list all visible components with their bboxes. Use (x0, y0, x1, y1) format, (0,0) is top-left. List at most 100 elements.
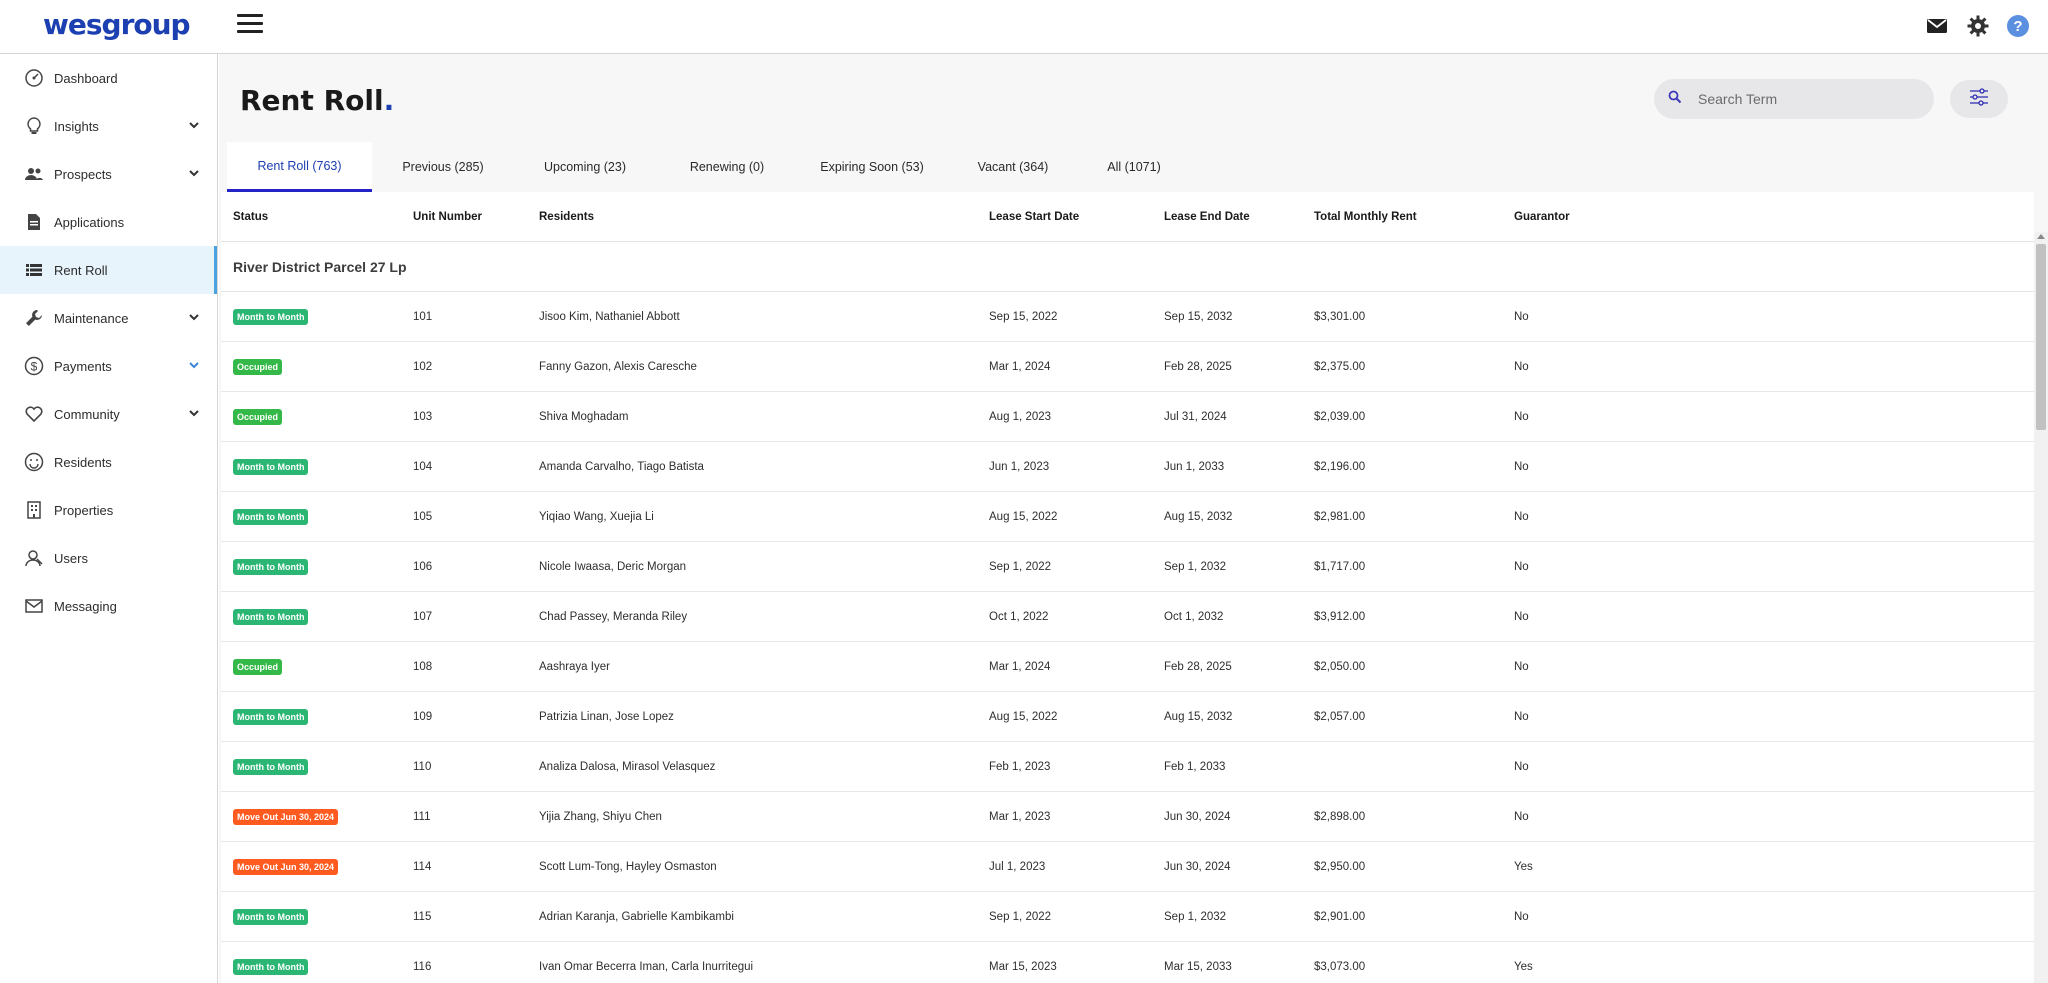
tab-upcoming[interactable]: Upcoming (23) (514, 142, 656, 192)
tab-vacant[interactable]: Vacant (364) (946, 142, 1080, 192)
tab-expiring-soon[interactable]: Expiring Soon (53) (798, 142, 946, 192)
search-bar[interactable] (1654, 79, 1934, 119)
sidebar-item-properties[interactable]: Properties (0, 486, 217, 534)
vertical-scrollbar[interactable] (2034, 232, 2048, 983)
tab-renewing[interactable]: Renewing (0) (656, 142, 798, 192)
residents-cell: Ivan Omar Becerra Iman, Carla Inurritegu… (539, 960, 754, 973)
monthly-rent-cell: $2,950.00 (1314, 860, 1366, 873)
guarantor-cell: No (1514, 460, 1529, 473)
table-row[interactable]: Occupied 103 Shiva Moghadam Aug 1, 2023 Jul … (221, 392, 2034, 442)
monthly-rent-cell: $2,375.00 (1314, 360, 1366, 373)
table-row[interactable]: Month to Month 106 Nicole Iwaasa, Deric Mo… (221, 542, 2034, 592)
table-row[interactable]: Move Out Jun 30, 2024 114 Scott Lum-Tong, … (221, 842, 2034, 892)
lease-end-cell: Sep 15, 2032 (1164, 310, 1233, 323)
heart-icon (24, 404, 44, 424)
table-row[interactable]: Month to Month 107 Chad Passey, Meranda Ri… (221, 592, 2034, 642)
column-header-start[interactable]: Lease Start Date (989, 211, 1164, 223)
search-icon (1668, 90, 1682, 109)
sidebar-item-community[interactable]: Community (0, 390, 217, 438)
dashboard-icon (24, 68, 44, 88)
column-header-rent[interactable]: Total Monthly Rent (1314, 211, 1514, 223)
status-badge: Occupied (233, 358, 283, 375)
help-icon[interactable]: ? (2006, 14, 2032, 40)
unit-number-cell: 107 (413, 610, 433, 623)
table-row[interactable]: Month to Month 105 Yiqiao Wang, Xuejia Li A… (221, 492, 2034, 542)
guarantor-cell: No (1514, 910, 1529, 923)
lease-end-cell: Jun 30, 2024 (1164, 810, 1231, 823)
residents-cell: Amanda Carvalho, Tiago Batista (539, 460, 704, 473)
sidebar-item-rent-roll[interactable]: Rent Roll (0, 246, 217, 294)
column-header-status[interactable]: Status (221, 211, 413, 223)
lease-start-cell: Mar 1, 2023 (989, 810, 1051, 823)
column-header-residents[interactable]: Residents (539, 211, 989, 223)
main-content: Rent Roll. Rent Roll (763) Previous (285… (219, 54, 2048, 983)
table-row[interactable]: Move Out Jun 30, 2024 111 Yijia Zhang, Shi… (221, 792, 2034, 842)
people-icon (24, 164, 44, 184)
table-row[interactable]: Month to Month 116 Ivan Omar Becerra Iman,… (221, 942, 2034, 983)
mail-icon[interactable] (1925, 14, 1951, 40)
lease-start-cell: Mar 1, 2024 (989, 360, 1051, 373)
residents-cell: Scott Lum-Tong, Hayley Osmaston (539, 860, 717, 873)
menu-icon[interactable] (237, 14, 263, 34)
lease-start-cell: Sep 15, 2022 (989, 310, 1058, 323)
sidebar-item-label: Community (54, 406, 120, 422)
sidebar-item-applications[interactable]: Applications (0, 198, 217, 246)
chevron-down-icon[interactable] (187, 166, 201, 180)
scrollbar-thumb[interactable] (2036, 244, 2046, 430)
table-row[interactable]: Month to Month 110 Analiza Dalosa, Mirasol… (221, 742, 2034, 792)
guarantor-cell: No (1514, 310, 1529, 323)
logo[interactable]: wesgroup (43, 8, 191, 41)
table-row[interactable]: Month to Month 101 Jisoo Kim, Nathaniel Ab… (221, 292, 2034, 342)
unit-number-cell: 109 (413, 710, 433, 723)
gear-icon[interactable] (1966, 14, 1992, 40)
sidebar-item-dashboard[interactable]: Dashboard (0, 54, 217, 102)
sidebar-item-messaging[interactable]: Messaging (0, 582, 217, 630)
sidebar-item-label: Applications (54, 214, 125, 230)
monthly-rent-cell: $2,050.00 (1314, 660, 1366, 673)
tab-all[interactable]: All (1071) (1080, 142, 1188, 192)
lease-end-cell: Aug 15, 2032 (1164, 710, 1233, 723)
column-header-unit[interactable]: Unit Number (413, 211, 539, 223)
lease-end-cell: Feb 28, 2025 (1164, 360, 1232, 373)
sidebar-item-label: Prospects (54, 166, 112, 182)
sidebar: Dashboard Insights Prospects Application… (0, 54, 218, 983)
table-row[interactable]: Occupied 108 Aashraya Iyer Mar 1, 2024 Feb 2… (221, 642, 2034, 692)
table-row[interactable]: Occupied 102 Fanny Gazon, Alexis Caresche M… (221, 342, 2034, 392)
svg-text:$: $ (31, 360, 38, 374)
table-row[interactable]: Month to Month 115 Adrian Karanja, Gabriel… (221, 892, 2034, 942)
sidebar-item-label: Dashboard (54, 70, 118, 86)
dollar-icon: $ (24, 356, 44, 376)
guarantor-cell: No (1514, 660, 1529, 673)
chevron-down-icon[interactable] (187, 118, 201, 132)
tab-previous[interactable]: Previous (285) (372, 142, 514, 192)
status-cell: Month to Month (221, 908, 413, 925)
sidebar-item-prospects[interactable]: Prospects (0, 150, 217, 198)
unit-number-cell: 102 (413, 360, 433, 373)
sidebar-item-residents[interactable]: Residents (0, 438, 217, 486)
unit-number-cell: 106 (413, 560, 433, 573)
filter-button[interactable] (1950, 80, 2008, 118)
unit-number-cell: 116 (413, 960, 432, 973)
lease-end-cell: Sep 1, 2032 (1164, 910, 1227, 923)
chevron-down-icon[interactable] (187, 406, 201, 420)
chevron-down-icon[interactable] (187, 310, 201, 324)
table-row[interactable]: Month to Month 109 Patrizia Linan, Jose Lo… (221, 692, 2034, 742)
sidebar-item-users[interactable]: Users (0, 534, 217, 582)
lease-end-cell: Feb 1, 2033 (1164, 760, 1226, 773)
table-row[interactable]: Month to Month 104 Amanda Carvalho, Tiago … (221, 442, 2034, 492)
sidebar-item-label: Residents (54, 454, 112, 470)
chevron-down-icon[interactable] (187, 358, 201, 372)
status-cell: Month to Month (221, 958, 413, 975)
status-badge: Month to Month (233, 958, 309, 975)
lightbulb-icon (24, 116, 44, 136)
sidebar-item-payments[interactable]: $ Payments (0, 342, 217, 390)
sidebar-item-maintenance[interactable]: Maintenance (0, 294, 217, 342)
unit-number-cell: 101 (413, 310, 433, 323)
sidebar-item-insights[interactable]: Insights (0, 102, 217, 150)
scroll-up-icon[interactable] (2037, 234, 2045, 239)
column-header-end[interactable]: Lease End Date (1164, 211, 1314, 223)
tab-rent-roll[interactable]: Rent Roll (763) (227, 142, 372, 192)
column-header-guarantor[interactable]: Guarantor (1514, 211, 1714, 223)
search-input[interactable] (1698, 91, 1918, 107)
lease-end-cell: Oct 1, 2032 (1164, 610, 1224, 623)
